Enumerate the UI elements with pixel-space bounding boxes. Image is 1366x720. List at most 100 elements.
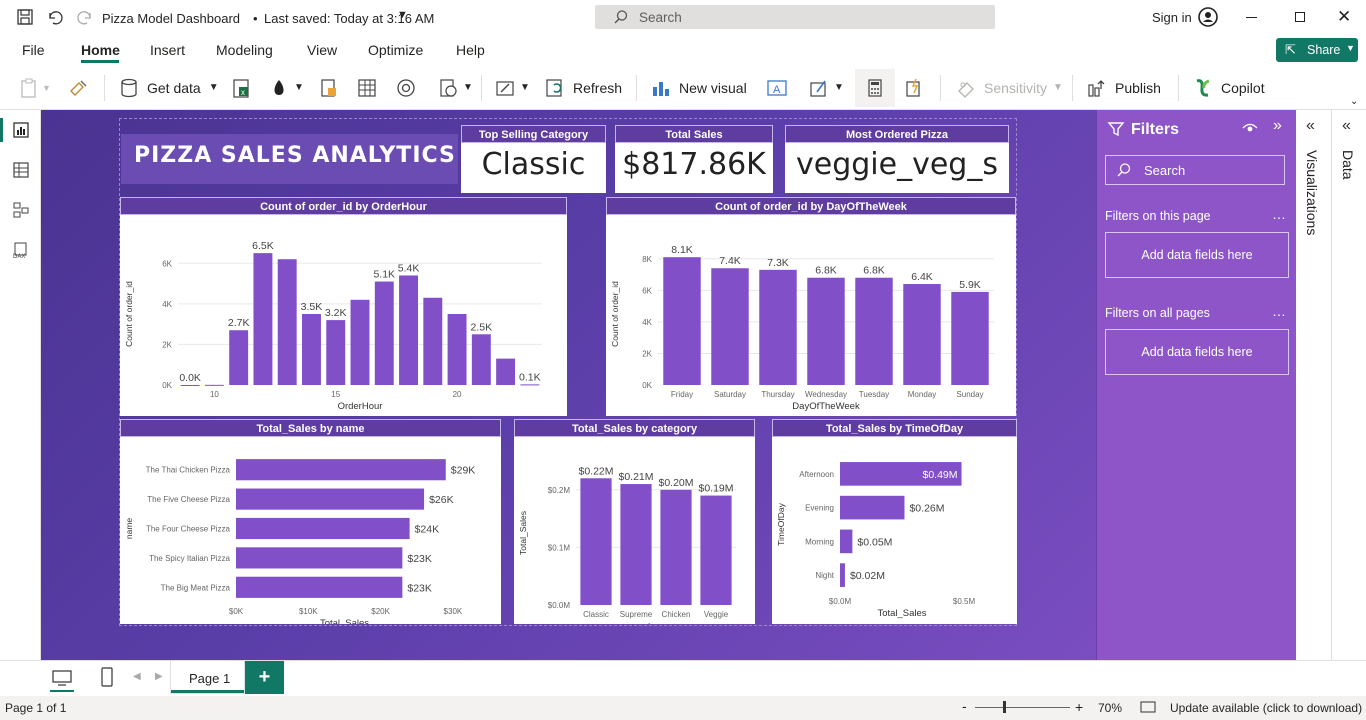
bar [580, 478, 612, 605]
visualizations-pane-tab[interactable]: Visualizations [1304, 150, 1320, 235]
zoom-slider[interactable] [975, 701, 1070, 713]
kpi-card-total-sales[interactable]: Total Sales $817.86K [615, 125, 773, 193]
format-painter-button[interactable] [67, 65, 89, 110]
new-visual-button[interactable]: New visual [650, 65, 747, 110]
sign-in-link[interactable]: Sign in [1152, 10, 1192, 25]
bar [807, 277, 845, 385]
account-icon[interactable] [1198, 7, 1218, 32]
data-label: 7.3K [767, 257, 789, 269]
transform-data-button[interactable]: ▼ [437, 65, 473, 110]
more-options-icon[interactable]: … [1272, 206, 1286, 222]
chart-sales-by-category[interactable]: Total_Sales by category $0.0M $0.1M $0.2M $… [514, 419, 755, 624]
chevron-down-icon[interactable]: ⌄ [1350, 96, 1358, 107]
bar [951, 291, 989, 385]
data-pane-tab[interactable]: Data [1340, 150, 1356, 180]
more-visuals-button[interactable]: ▼ [808, 65, 844, 110]
sensitivity-button[interactable]: Sensitivity ▼ [955, 65, 1063, 110]
text-box-button[interactable]: A [766, 65, 788, 110]
kpi-label: Most Ordered Pizza [785, 125, 1009, 143]
bar [855, 277, 893, 385]
filters-on-page-label: Filters on this page [1105, 209, 1211, 223]
zoom-slider-thumb[interactable] [1003, 701, 1006, 713]
zoom-in-icon[interactable]: + [1075, 699, 1083, 715]
model-view-icon[interactable] [12, 201, 30, 224]
x-tick-label: $10K [299, 607, 318, 616]
eye-icon[interactable] [1242, 121, 1258, 140]
expand-data-icon[interactable]: « [1342, 117, 1351, 135]
excel-button[interactable]: x [230, 65, 252, 110]
kpi-card-top-category[interactable]: Top Selling Category Classic [461, 125, 606, 193]
enter-data-button[interactable] [356, 65, 378, 110]
collapse-filters-icon[interactable]: » [1273, 117, 1282, 135]
menu-insert[interactable]: Insert [150, 35, 185, 65]
maximize-icon[interactable] [1295, 12, 1305, 22]
menu-optimize[interactable]: Optimize [368, 35, 423, 65]
data-label: $23K [407, 582, 432, 594]
dataverse-button[interactable] [318, 65, 340, 110]
copilot-label: Copilot [1221, 79, 1265, 96]
get-data-label: Get data [147, 79, 201, 96]
kpi-value: veggie_veg_s [796, 147, 998, 182]
data-label: 5.4K [398, 262, 420, 274]
quick-measure-button[interactable] [902, 65, 924, 110]
redo-icon[interactable] [76, 8, 94, 26]
menu-modeling[interactable]: Modeling [216, 35, 273, 65]
update-available-link[interactable]: Update available (click to download) [1170, 701, 1362, 715]
menu-file[interactable]: File [22, 35, 45, 65]
dax-query-view-icon[interactable]: DAX [12, 241, 30, 264]
menu-help[interactable]: Help [456, 35, 485, 65]
add-fields-all-dropzone[interactable]: Add data fields here [1105, 329, 1289, 375]
y-tick-label: The Spicy Italian Pizza [149, 554, 230, 563]
table-view-icon[interactable] [12, 161, 30, 184]
publish-button[interactable]: Publish [1086, 65, 1161, 110]
status-bar: Page 1 of 1 - + 70% Update available (cl… [0, 696, 1366, 720]
menu-view[interactable]: View [307, 35, 337, 65]
copilot-button[interactable]: Copilot [1192, 65, 1265, 110]
more-options-icon[interactable]: … [1272, 303, 1286, 319]
chevron-down-icon[interactable]: ▼ [397, 9, 408, 21]
zoom-out-icon[interactable]: - [962, 698, 967, 714]
data-label: 6.4K [911, 271, 933, 283]
add-fields-page-dropzone[interactable]: Add data fields here [1105, 232, 1289, 278]
minimize-icon[interactable] [1246, 17, 1257, 18]
fit-to-page-icon[interactable] [1140, 700, 1156, 717]
y-tick-label: 4K [162, 300, 172, 309]
undo-icon[interactable] [46, 8, 64, 26]
chart-sales-by-name[interactable]: Total_Sales by name $0K $10K $20K $30K The T… [120, 419, 501, 624]
mobile-layout-icon[interactable] [101, 667, 113, 692]
previous-page-icon[interactable]: ◀ [133, 671, 141, 682]
zoom-level[interactable]: 70% [1098, 701, 1122, 715]
filters-search-input[interactable]: Search [1105, 155, 1285, 185]
page-tab-1[interactable]: Page 1 [170, 661, 245, 694]
paste-button[interactable]: ▼ [18, 65, 51, 110]
get-data-button[interactable]: Get data ▼ [118, 65, 219, 110]
refresh-button[interactable]: Refresh [544, 65, 622, 110]
chart-plot: $0.0M $0.5M Afternoon $0.49M Evening $0.26M Mo… [776, 462, 975, 619]
transform-button[interactable]: ▼ [494, 65, 530, 110]
desktop-layout-icon[interactable] [52, 669, 72, 692]
expand-visualizations-icon[interactable]: « [1306, 117, 1315, 135]
chart-orders-by-day[interactable]: Count of order_id by DayOfTheWeek 0K 2K 4K… [606, 197, 1016, 416]
save-icon[interactable] [16, 8, 34, 26]
bar [277, 259, 297, 385]
x-tick-label: Thursday [761, 390, 794, 399]
at-sign-icon [397, 78, 415, 97]
y-tick-label: 2K [642, 349, 652, 358]
recent-sources-button[interactable] [395, 65, 417, 110]
new-measure-button[interactable] [864, 65, 886, 110]
kpi-card-most-ordered[interactable]: Most Ordered Pizza veggie_veg_s [785, 125, 1009, 193]
chart-orders-by-hour[interactable]: Count of order_id by OrderHour 0K 2K 4K 6K 0… [120, 197, 567, 416]
report-view-icon[interactable] [12, 121, 30, 144]
document-title[interactable]: Pizza Model Dashboard [102, 11, 240, 26]
search-box[interactable]: Search [595, 5, 995, 29]
dataverse-icon [321, 78, 336, 97]
data-label: 5.9K [959, 279, 981, 291]
close-icon[interactable]: ✕ [1337, 7, 1351, 27]
chart-sales-by-time-of-day[interactable]: Total_Sales by TimeOfDay $0.0M $0.5M After… [772, 419, 1017, 624]
share-button[interactable]: ⇱ Share ▼ [1276, 38, 1358, 62]
x-tick-label: $0.0M [829, 597, 852, 606]
add-page-button[interactable]: + [245, 661, 284, 694]
next-page-icon[interactable]: ▶ [155, 671, 163, 682]
last-saved-text[interactable]: Last saved: Today at 3:16 AM [264, 11, 434, 26]
onelake-button[interactable]: ▼ [268, 65, 304, 110]
